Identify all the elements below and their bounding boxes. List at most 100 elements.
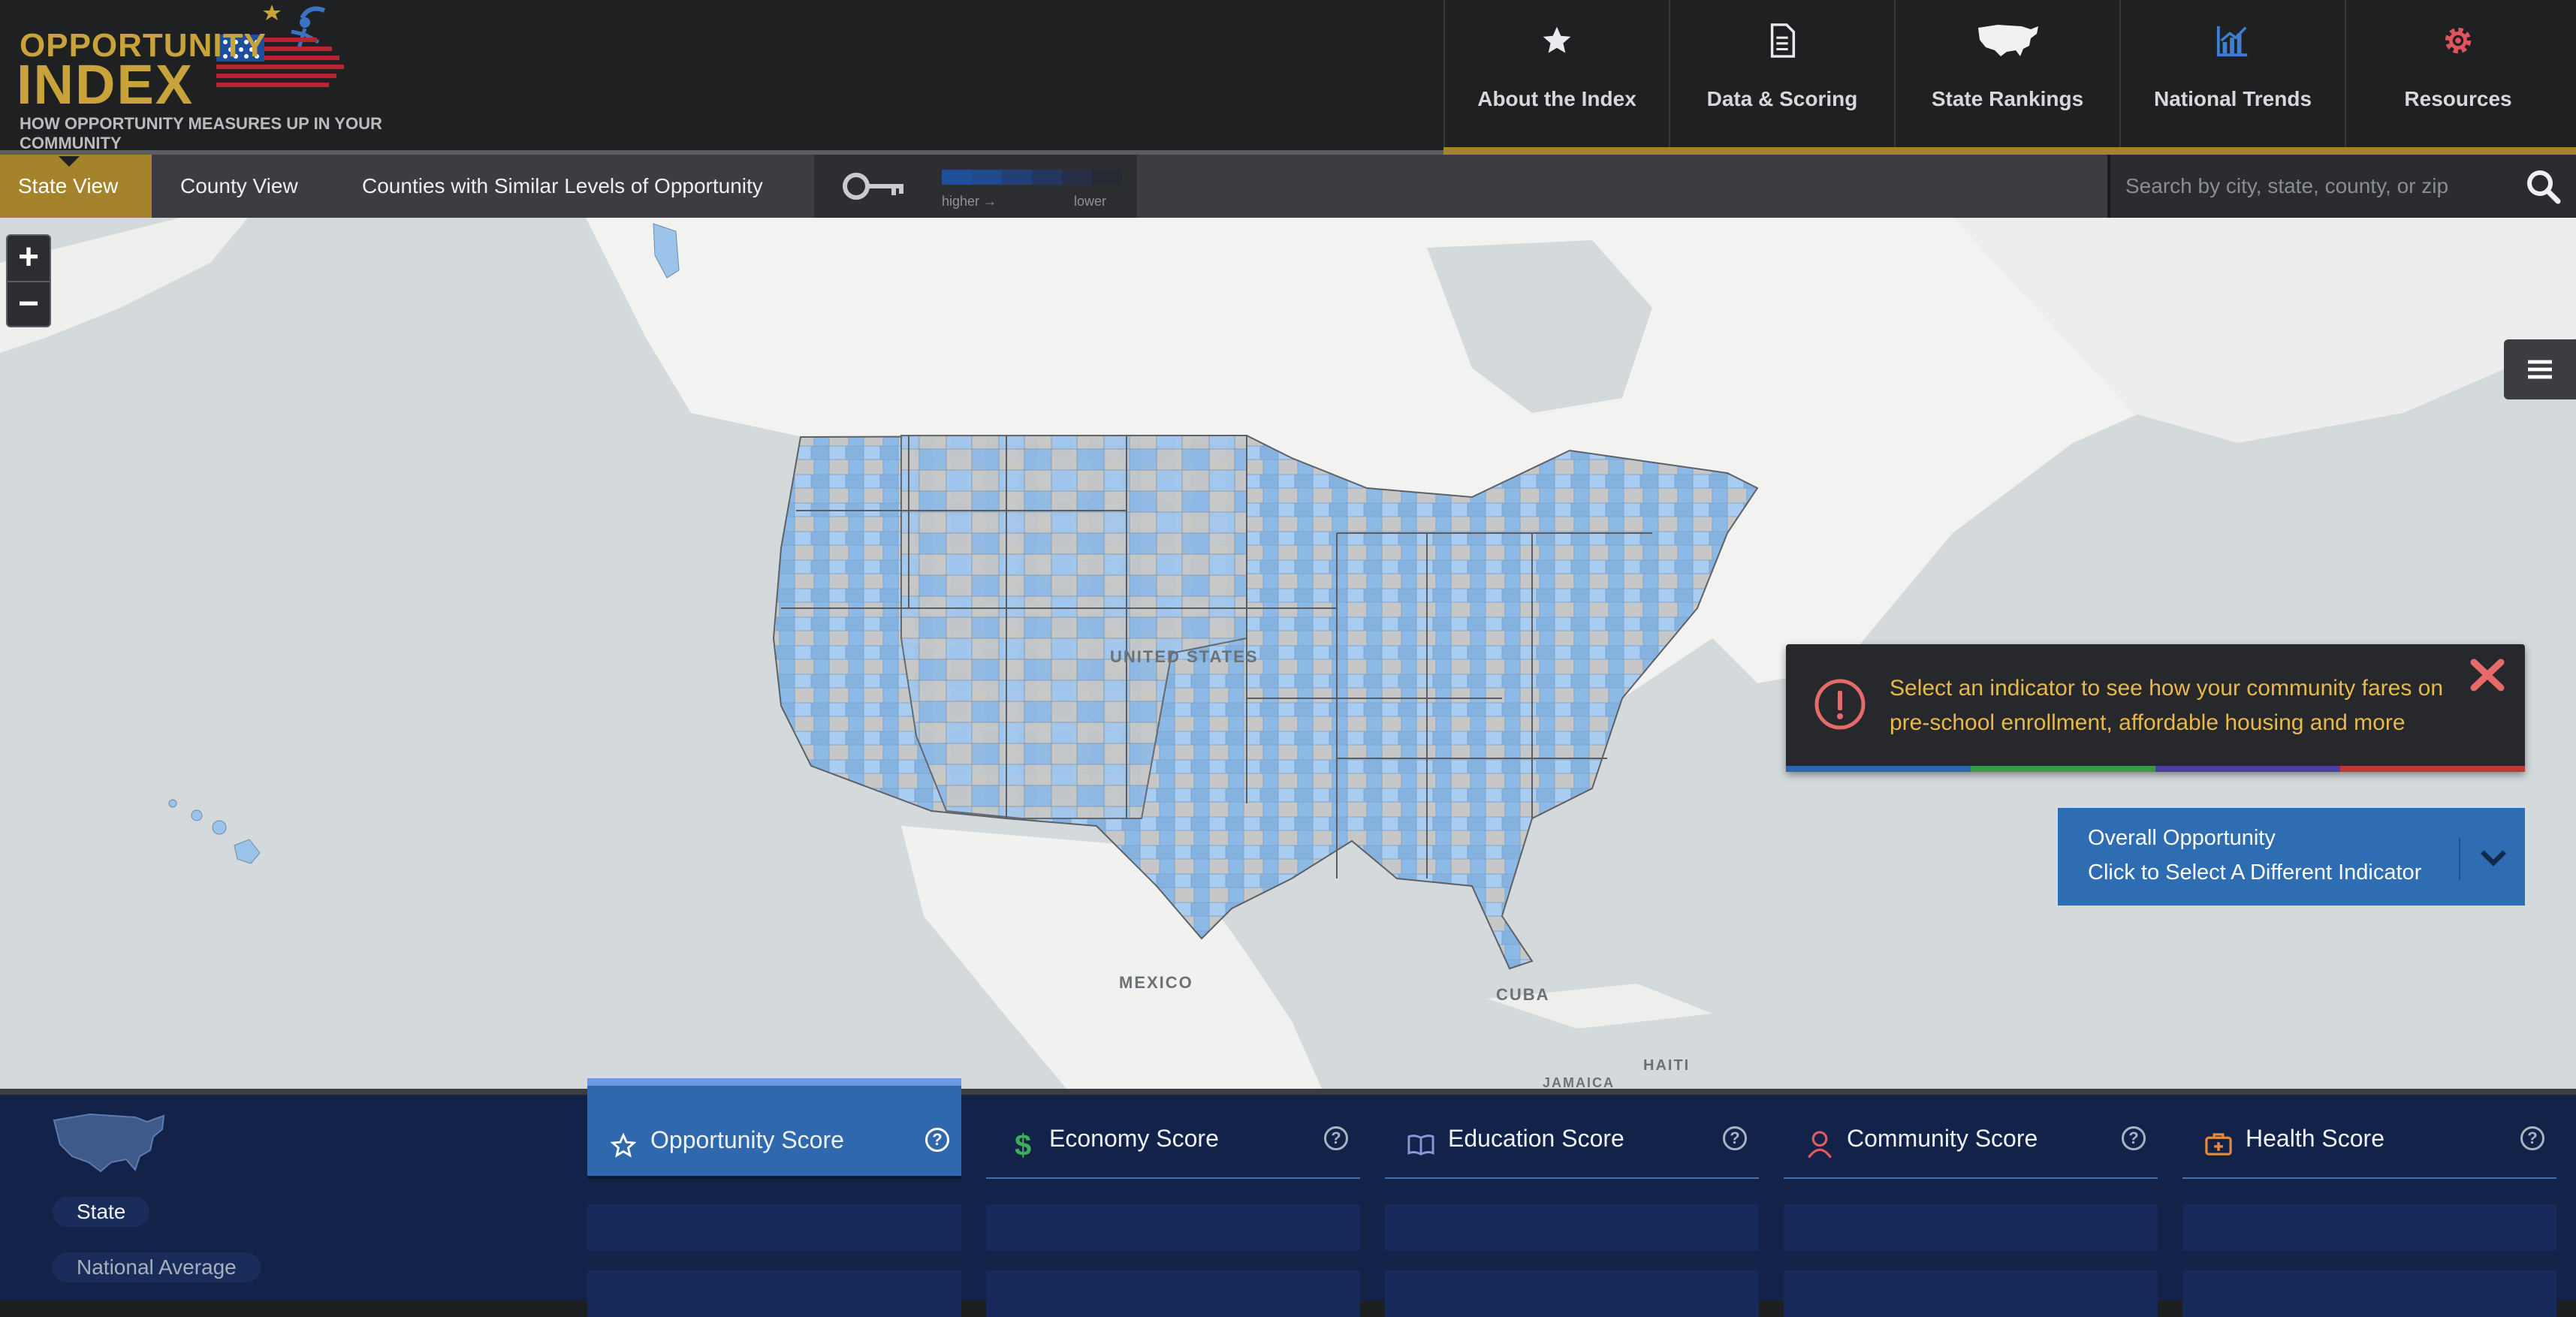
tab-community-score[interactable]: Community Score ? [1784,1095,2158,1179]
nav-national-trends[interactable]: National Trends [2119,0,2345,147]
notice-color-stripe [1786,766,2525,772]
help-icon[interactable]: ? [2520,1126,2544,1150]
score-value-row [1385,1204,1759,1251]
tab-state-view[interactable]: State View [0,155,152,218]
star-icon [1445,17,1669,65]
tab-economy-score[interactable]: $ Economy Score ? [986,1095,1360,1179]
top-navigation: About the Index Data & Scoring State Ran… [1443,0,2570,147]
logo-tagline: HOW OPPORTUNITY MEASURES UP IN YOUR COMM… [20,114,382,152]
chart-icon [2121,17,2345,65]
search-bar [2107,155,2576,218]
legend-swatch [1092,170,1122,185]
score-value-row [587,1204,961,1251]
notice-message: Select an indicator to see how your comm… [1890,676,2444,735]
search-icon[interactable] [2520,164,2565,209]
nav-resources[interactable]: Resources [2345,0,2570,147]
indicator-selector[interactable]: Overall Opportunity Click to Select A Di… [2058,808,2525,906]
legend-swatch [1032,170,1062,185]
help-icon[interactable]: ? [1324,1126,1348,1150]
active-tab-caret [59,156,80,167]
score-value-row [1784,1204,2158,1251]
score-value-row [1385,1270,1759,1317]
document-icon [1670,17,1894,65]
logo-line-2: INDEX [17,53,195,116]
legend-color-ramp [942,170,1122,185]
tab-label: County View [180,174,298,197]
score-value-row [587,1270,961,1317]
stripe-segment [2155,766,2340,772]
dollar-icon: $ [1007,1129,1037,1159]
tab-education-score[interactable]: Education Score ? [1385,1095,1759,1179]
stripe-segment [1971,766,2155,772]
search-input[interactable] [2125,168,2501,204]
indicator-title: Overall Opportunity [2088,826,2276,850]
legend-swatch [942,170,972,185]
gear-icon [2346,17,2570,65]
alert-icon [1813,677,1867,735]
nav-label: About the Index [1477,87,1636,110]
zoom-controls: + − [6,234,51,327]
zoom-in-button[interactable]: + [8,236,50,281]
score-tab-label: Opportunity Score [650,1126,844,1153]
indicator-subtitle: Click to Select A Different Indicator [2088,860,2422,885]
score-tab-label: Economy Score [1049,1125,1219,1152]
legend-swatch [972,170,1002,185]
nav-about-the-index[interactable]: About the Index [1443,0,1669,147]
stripe-segment [1786,766,1971,772]
stripe-segment [2340,766,2525,772]
chevron-down-icon [2477,841,2510,878]
score-tab-label: Education Score [1448,1125,1624,1152]
tab-health-score[interactable]: Health Score ? [2182,1095,2556,1179]
map-label-cuba: CUBA [1496,985,1550,1004]
legend-swatch [1002,170,1032,185]
nav-label: Data & Scoring [1706,87,1858,110]
score-panel: State National Average Opportunity Score… [0,1078,2576,1317]
zoom-out-button[interactable]: − [8,282,50,327]
tab-similar-counties[interactable]: Counties with Similar Levels of Opportun… [344,155,781,218]
us-map-icon [1896,17,2119,65]
nav-label: Resources [2404,87,2512,110]
map-label-haiti: HAITI [1643,1057,1691,1074]
choropleth-map[interactable]: + − UNITED STATES MEXICO CUBA HAITI JAMA… [0,218,2576,1089]
tab-label: State View [18,174,119,197]
score-value-row [2182,1204,2556,1251]
person-icon [1805,1129,1835,1159]
help-icon[interactable]: ? [925,1128,949,1152]
nav-state-rankings[interactable]: State Rankings [1894,0,2119,147]
map-label-united-states: UNITED STATES [1110,647,1259,666]
header-accent-bar [1443,147,2576,155]
close-icon[interactable] [2468,655,2507,694]
nav-label: State Rankings [1931,87,2084,110]
tab-county-view[interactable]: County View [162,155,316,218]
score-tab-label: Community Score [1847,1125,2038,1152]
indicator-divider [2459,838,2460,880]
national-average-pill[interactable]: National Average [53,1252,261,1282]
hamburger-icon [2528,360,2552,379]
book-icon [1406,1129,1436,1159]
opportunity-index-logo[interactable]: OPPORTUNITY INDEX HOW OPPORTUNITY MEASUR… [17,0,437,152]
help-icon[interactable]: ? [1723,1126,1747,1150]
score-tab-label: Health Score [2246,1125,2384,1152]
nav-label: National Trends [2153,87,2312,110]
tab-label: Counties with Similar Levels of Opportun… [362,174,763,197]
layers-menu-button[interactable] [2504,339,2576,399]
help-icon[interactable]: ? [2122,1126,2146,1150]
view-toolbar: State View County View Counties with Sim… [0,155,2576,218]
legend-lower-label: lower [1074,194,1107,209]
score-value-row [986,1204,1360,1251]
map-legend[interactable]: higher → lower [814,155,1137,218]
map-label-jamaica: JAMAICA [1543,1075,1615,1089]
legend-swatch [1062,170,1092,185]
tab-opportunity-score[interactable]: Opportunity Score ? [587,1078,961,1179]
score-value-row [1784,1270,2158,1317]
state-comparison-pill[interactable]: State [53,1197,150,1227]
medical-kit-icon [2203,1129,2234,1159]
us-silhouette-icon [51,1110,168,1186]
score-value-row [986,1270,1360,1317]
star-outline-icon [608,1131,638,1161]
score-value-row [2182,1270,2556,1317]
map-label-mexico: MEXICO [1119,973,1193,992]
nav-data-scoring[interactable]: Data & Scoring [1669,0,1894,147]
key-icon [841,170,909,206]
header: OPPORTUNITY INDEX HOW OPPORTUNITY MEASUR… [0,0,2576,155]
